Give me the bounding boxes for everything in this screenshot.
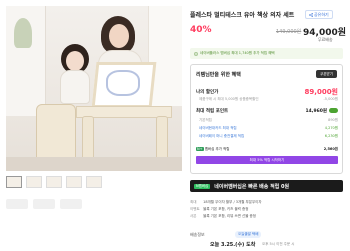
money-points-label: 네이버페이 머니 충전결제 적립 [199, 134, 245, 138]
membership-logo: N멤버십 [194, 183, 211, 189]
main-product-image[interactable] [6, 6, 182, 171]
shipping-note: 무료배송 [318, 37, 333, 42]
card-points-value: 4,270원 [324, 126, 338, 130]
photo-desk-leg [82, 116, 94, 160]
photo-woman-face [109, 24, 129, 48]
basic-points-label: 기본적립 [199, 118, 212, 122]
thumbnail-strip [6, 176, 182, 190]
card-points-label: 네이버현대카드 최대 적립 [199, 126, 237, 130]
benefit-banner-text: 네이버플러스 멤버십 최대 1,740원 추가 적립 혜택 [200, 51, 275, 55]
share-icon [309, 12, 313, 17]
membership-tag: N+ [196, 147, 204, 151]
arrival-subtext: 오후 5시 이전 주문 시 [262, 242, 295, 246]
thumbnail[interactable] [46, 176, 62, 188]
info-value: 블록 기본 포함, 리뷰 쓰면 선물 증정 [203, 214, 256, 218]
info-label: 최대 [190, 200, 197, 204]
photo-kid-body [60, 70, 90, 104]
info-value: 18개월 무이자 할부 / 3개월 부분무이자 [203, 200, 262, 204]
info-label: 사은 [190, 214, 197, 218]
money-points-value: 6,230원 [324, 134, 338, 138]
info-label: 이벤트 [190, 207, 200, 211]
info-icon [194, 51, 198, 56]
max-points-label: 최대 적립 포인트 [196, 109, 229, 114]
discount-rate: 40% [190, 25, 212, 35]
info-row: 사은 블록 기본 포함, 리뷰 쓰면 선물 증정 [190, 213, 343, 220]
membership-banner[interactable]: N멤버십 네이버멤버십은 빠른 배송 적립 0원 [190, 180, 343, 192]
share-label: 공유하기 [314, 11, 329, 17]
arrival-text: 오늘 3.25.(수) 도착 [210, 242, 256, 248]
my-price-row: 나의 할인가 89,000원 [196, 87, 338, 97]
benefit-box-header: 리템님만을 위한 혜택 [196, 72, 241, 78]
membership-start-button[interactable]: 최대 5% 적립 시작하기 [196, 156, 338, 164]
membership-points-label-wrap: N+ 멤버십 추가 적립 [196, 147, 229, 152]
max-points-row: 최대 적립 포인트 14,960원 [196, 108, 338, 114]
photo-desk-drawing [106, 70, 140, 96]
membership-points-value: 2,560원 [323, 147, 338, 151]
share-button[interactable]: 공유하기 [305, 10, 333, 19]
photo-plant [14, 18, 32, 48]
photo-desk-leg [156, 116, 168, 160]
review-chip[interactable] [6, 199, 28, 209]
basic-points-row: 기본적립 890원 [199, 118, 338, 123]
photo-floor [6, 157, 182, 171]
info-list: 최대 18개월 무이자 할부 / 3개월 부분무이자 이벤트 블록 기본 포함,… [190, 199, 343, 220]
thumbnail[interactable] [86, 176, 102, 188]
original-price: 149,000원 [276, 29, 302, 35]
discount-detail-row: 제품구매 시 최대 5,000원 상품중복할인 -5,000원 [199, 97, 338, 102]
review-chip[interactable] [33, 199, 55, 209]
my-price-value: 89,000원 [304, 88, 338, 96]
membership-points-row: N+ 멤버십 추가 적립 2,560원 [196, 147, 338, 152]
product-title: 플레스타 멀티테스크 유아 책상 의자 세트 [190, 12, 295, 19]
coupon-button[interactable]: 쿠폰받기 [316, 70, 337, 78]
review-preview-row [6, 197, 182, 211]
max-points-value: 14,960원 [305, 109, 327, 114]
info-row: 최대 18개월 무이자 할부 / 3개월 부분무이자 [190, 199, 343, 206]
discount-detail-value: -5,000원 [323, 97, 338, 101]
membership-benefit-banner[interactable]: 네이버플러스 멤버십 최대 1,740원 추가 적립 혜택 [190, 48, 343, 59]
membership-text: 네이버멤버십은 빠른 배송 적립 0원 [214, 183, 290, 190]
delivery-pill[interactable]: 오늘출발 택배 [235, 231, 262, 238]
review-chip[interactable] [60, 199, 82, 209]
benefit-box: 리템님만을 위한 혜택 쿠폰받기 나의 할인가 89,000원 제품구매 시 최… [190, 64, 343, 174]
info-row: 이벤트 블록 기본 포함, 키즈 블럭 증정 [190, 206, 343, 213]
points-toggle[interactable] [329, 108, 338, 113]
thumbnail[interactable] [26, 176, 42, 188]
discount-detail-label: 제품구매 시 최대 5,000원 상품중복할인 [199, 97, 259, 101]
my-price-label: 나의 할인가 [196, 90, 219, 95]
thumbnail[interactable] [66, 176, 82, 188]
photo-kid-face [66, 51, 84, 71]
basic-points-value: 890원 [328, 118, 338, 122]
delivery-label: 배송정보 [190, 232, 205, 237]
thumbnail[interactable] [6, 176, 22, 188]
max-points-value-wrap: 14,960원 [305, 108, 338, 114]
money-points-row[interactable]: 네이버페이 머니 충전결제 적립 6,230원 [199, 134, 338, 139]
product-page: 플레스타 멀티테스크 유아 책상 의자 세트 공유하기 40% 149,000원… [0, 0, 350, 251]
membership-points-label: 멤버십 추가 적립 [204, 147, 230, 151]
card-points-row[interactable]: 네이버현대카드 최대 적립 4,270원 [199, 126, 338, 131]
info-value: 블록 기본 포함, 키즈 블럭 증정 [203, 207, 249, 211]
photo-chair [36, 104, 76, 162]
